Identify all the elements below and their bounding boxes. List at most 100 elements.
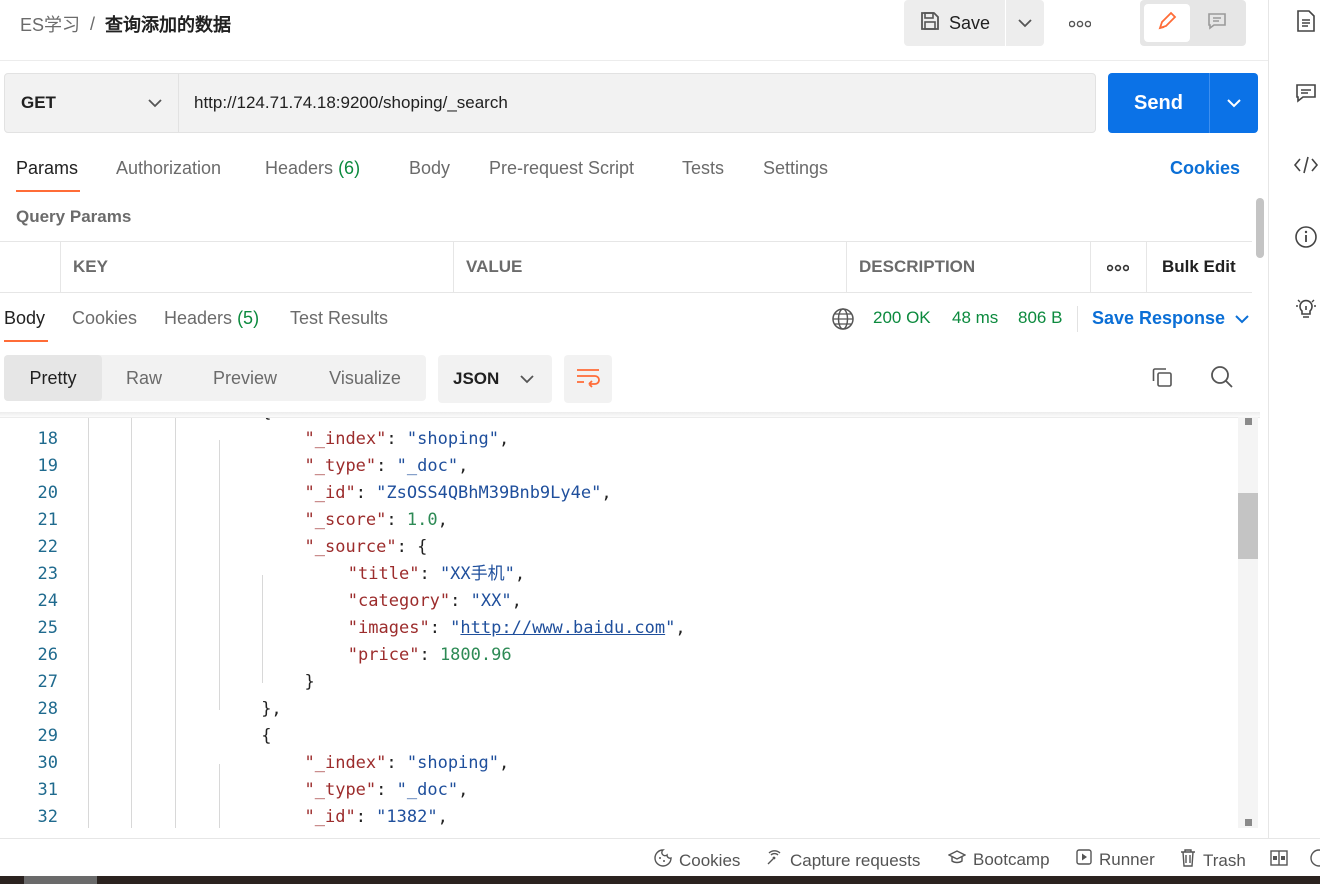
documentation-button[interactable] xyxy=(1293,9,1319,38)
json-link[interactable]: http://www.baidu.com xyxy=(460,618,665,638)
save-response-button[interactable]: Save Response xyxy=(1092,308,1249,329)
footer-capture-requests-button[interactable]: Capture requests xyxy=(765,849,920,872)
code-line[interactable]: 32 "_id": "1382", xyxy=(0,804,1236,828)
globe-icon[interactable] xyxy=(831,307,855,331)
wrap-lines-button[interactable] xyxy=(564,355,612,403)
code-line[interactable]: 24 "category": "XX", xyxy=(0,588,1236,615)
json-key: "_index" xyxy=(304,429,387,449)
scroll-up-arrow[interactable] xyxy=(1245,418,1252,425)
code-line[interactable]: 17 { xyxy=(0,418,1236,426)
json-punctuation: : xyxy=(386,753,407,773)
response-size[interactable]: 806 B xyxy=(1018,308,1062,328)
code-line[interactable]: 31 "_type": "_doc", xyxy=(0,777,1236,804)
more-actions-button[interactable] xyxy=(1062,10,1098,36)
search-response-button[interactable] xyxy=(1208,365,1236,393)
save-button-group: Save xyxy=(904,0,1044,46)
footer-help-button[interactable] xyxy=(1310,849,1320,872)
code-line[interactable]: 27} xyxy=(0,669,1236,696)
active-response-tab-indicator xyxy=(4,340,48,342)
send-button[interactable]: Send xyxy=(1108,73,1210,133)
response-time[interactable]: 48 ms xyxy=(952,308,998,328)
response-tab-headers[interactable]: Headers (5) xyxy=(164,308,259,329)
code-line[interactable]: 18 "_index": "shoping", xyxy=(0,426,1236,453)
document-icon xyxy=(1295,9,1317,38)
tab-body[interactable]: Body xyxy=(409,158,450,179)
view-pretty[interactable]: Pretty xyxy=(4,355,102,401)
code-snippet-button[interactable] xyxy=(1293,154,1319,180)
line-number: 27 xyxy=(37,672,58,692)
response-tab-body[interactable]: Body xyxy=(4,308,45,329)
method-select[interactable]: GET xyxy=(5,74,179,132)
json-punctuation: , xyxy=(601,483,612,503)
save-label: Save xyxy=(948,12,991,33)
json-punctuation: : xyxy=(419,564,440,584)
comments-button[interactable] xyxy=(1293,82,1319,108)
code-line[interactable]: 29 { xyxy=(0,723,1236,750)
footer-bootcamp-button[interactable]: Bootcamp xyxy=(947,849,1050,870)
code-line[interactable]: 26 "price": 1800.96 xyxy=(0,642,1236,669)
scroll-down-arrow[interactable] xyxy=(1245,819,1252,826)
json-key: "_id" xyxy=(304,807,356,827)
json-punctuation: , xyxy=(675,618,686,638)
footer-cookies-button[interactable]: Cookies xyxy=(654,849,740,872)
tab-label: Params xyxy=(16,158,79,178)
send-dropdown-button[interactable] xyxy=(1210,73,1258,133)
cookie-icon xyxy=(654,849,672,872)
save-button[interactable]: Save xyxy=(904,0,1006,46)
response-body-editor[interactable]: 17 {18 "_index": "shoping", 19 "_type": "_do… xyxy=(0,417,1260,828)
breadcrumb-collection[interactable]: ES学习 xyxy=(20,11,80,37)
save-dropdown-button[interactable] xyxy=(1006,0,1044,46)
code-scrollbar-track[interactable] xyxy=(1238,417,1258,828)
view-visualize[interactable]: Visualize xyxy=(304,355,426,401)
footer-layout-toggle[interactable] xyxy=(1270,849,1288,872)
edit-mode-button[interactable] xyxy=(1144,4,1190,42)
json-punctuation: , xyxy=(458,780,469,800)
comment-icon xyxy=(1295,82,1317,109)
code-line[interactable]: 25 "images": "http://www.baidu.com", xyxy=(0,615,1236,642)
cookies-link[interactable]: Cookies xyxy=(1170,158,1240,179)
layout-icon xyxy=(1270,849,1288,872)
code-text: "_id": "1382", xyxy=(305,804,448,828)
view-preview[interactable]: Preview xyxy=(186,355,304,401)
more-icon xyxy=(1106,257,1130,277)
tab-headers[interactable]: Headers (6) xyxy=(265,158,360,179)
tab-tests[interactable]: Tests xyxy=(682,158,724,179)
response-tab-test-results[interactable]: Test Results xyxy=(290,308,388,329)
line-number: 19 xyxy=(37,456,58,476)
format-select[interactable]: JSON xyxy=(438,355,552,403)
related-collections-button[interactable] xyxy=(1293,298,1319,324)
json-string: "shoping" xyxy=(406,429,499,449)
footer-runner-button[interactable]: Runner xyxy=(1076,849,1155,870)
code-scrollbar-thumb[interactable] xyxy=(1238,493,1258,559)
column-options-button[interactable] xyxy=(1090,242,1146,292)
tab-authorization[interactable]: Authorization xyxy=(116,158,221,179)
lightbulb-icon xyxy=(1294,297,1318,326)
response-tab-cookies[interactable]: Cookies xyxy=(72,308,137,329)
tab-settings[interactable]: Settings xyxy=(763,158,828,179)
code-line[interactable]: 22 "_source": { xyxy=(0,534,1236,561)
request-pane-scrollbar[interactable] xyxy=(1256,198,1264,258)
tab-params[interactable]: Params xyxy=(16,158,78,179)
request-info-button[interactable] xyxy=(1293,225,1319,252)
response-status[interactable]: 200 OK xyxy=(873,308,931,328)
comment-mode-button[interactable] xyxy=(1194,4,1240,42)
bulk-edit-button[interactable]: Bulk Edit xyxy=(1146,242,1252,292)
code-text: "category": "XX", xyxy=(348,588,522,615)
params-table-header: KEY VALUE DESCRIPTION Bulk Edit xyxy=(0,241,1252,293)
json-key: "_source" xyxy=(304,537,397,557)
footer-label: Capture requests xyxy=(790,850,921,870)
request-name[interactable]: 查询添加的数据 xyxy=(105,11,231,37)
code-line[interactable]: 28}, xyxy=(0,696,1236,723)
footer-trash-button[interactable]: Trash xyxy=(1180,849,1246,872)
code-line[interactable]: 23 "title": "XX手机", xyxy=(0,561,1236,588)
code-line[interactable]: 30 "_index": "shoping", xyxy=(0,750,1236,777)
code-line[interactable]: 21 "_score": 1.0, xyxy=(0,507,1236,534)
line-number: 26 xyxy=(37,645,58,665)
code-line[interactable]: 19 "_type": "_doc", xyxy=(0,453,1236,480)
view-raw[interactable]: Raw xyxy=(102,355,186,401)
copy-response-button[interactable] xyxy=(1148,365,1176,393)
url-input[interactable] xyxy=(179,74,1095,132)
code-line[interactable]: 20 "_id": "ZsOSS4QBhM39Bnb9Ly4e", xyxy=(0,480,1236,507)
tab-pre-request-script[interactable]: Pre-request Script xyxy=(489,158,634,179)
taskbar-active-item[interactable] xyxy=(24,876,97,884)
